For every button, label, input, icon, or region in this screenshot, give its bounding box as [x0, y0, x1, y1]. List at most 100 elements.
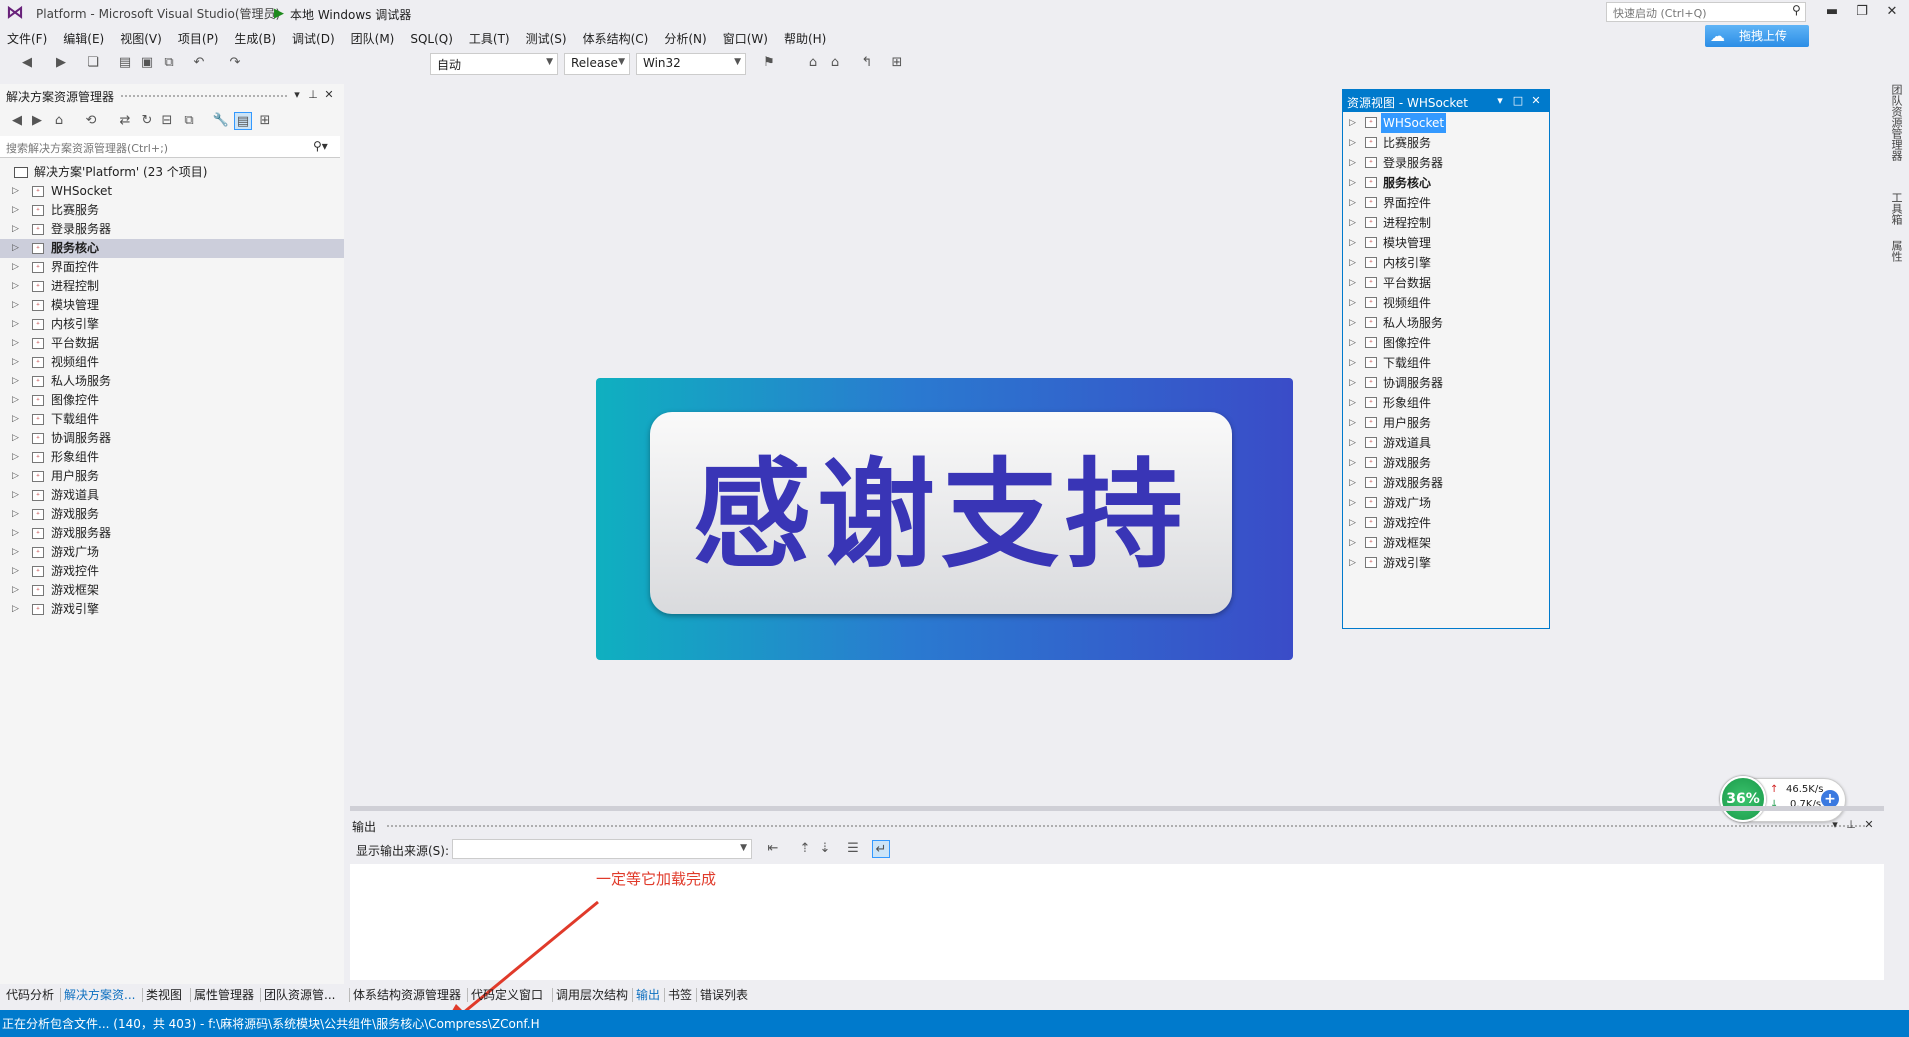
restore-icon[interactable]: ❐ [1850, 2, 1874, 22]
resource-node[interactable]: ▷ ⁺ 游戏控件 [1343, 513, 1549, 533]
expand-arrow-icon[interactable]: ▷ [1349, 313, 1356, 333]
project-node[interactable]: ▷ ⁺ 游戏广场 [0, 543, 344, 562]
menu-sql[interactable]: SQL(Q) [403, 28, 462, 46]
resource-node[interactable]: ▷ ⁺ 模块管理 [1343, 233, 1549, 253]
project-node[interactable]: ▷ ⁺ 内核引擎 [0, 315, 344, 334]
project-node[interactable]: ▷ ⁺ 比赛服务 [0, 201, 344, 220]
project-node[interactable]: ▷ ⁺ 视频组件 [0, 353, 344, 372]
project-node[interactable]: ▷ ⁺ 用户服务 [0, 467, 344, 486]
undo-icon[interactable]: ↶ [190, 54, 208, 72]
expand-arrow-icon[interactable]: ▷ [12, 182, 19, 201]
expand-arrow-icon[interactable]: ▷ [1349, 393, 1356, 413]
save-icon[interactable]: ▣ [138, 54, 156, 72]
panel-grip[interactable] [386, 824, 1866, 828]
word-wrap-icon[interactable]: ↵ [872, 840, 890, 858]
project-node[interactable]: ▷ ⁺ 游戏服务器 [0, 524, 344, 543]
preview-icon[interactable]: ▤ [234, 112, 252, 130]
resource-node[interactable]: ▷ ⁺ 进程控制 [1343, 213, 1549, 233]
bottom-tab[interactable]: 书签 [668, 986, 692, 1003]
bottom-tab[interactable]: 类视图 [146, 986, 182, 1003]
expand-arrow-icon[interactable]: ▷ [1349, 413, 1356, 433]
project-node[interactable]: ▷ ⁺ 游戏框架 [0, 581, 344, 600]
resource-node[interactable]: ▷ ⁺ 游戏引擎 [1343, 553, 1549, 573]
expand-arrow-icon[interactable]: ▷ [1349, 273, 1356, 293]
expand-arrow-icon[interactable]: ▷ [1349, 113, 1356, 133]
project-node[interactable]: ▷ ⁺ 模块管理 [0, 296, 344, 315]
new-project-icon[interactable]: ❏ [84, 54, 102, 72]
menu-tools[interactable]: 工具(T) [462, 26, 519, 47]
expand-arrow-icon[interactable]: ▷ [12, 220, 19, 239]
expand-arrow-icon[interactable]: ▷ [12, 429, 19, 448]
expand-arrow-icon[interactable]: ▷ [1349, 473, 1356, 493]
expand-arrow-icon[interactable]: ▷ [1349, 533, 1356, 553]
resource-node[interactable]: ▷ ⁺ WHSocket [1343, 113, 1549, 133]
expand-arrow-icon[interactable]: ▷ [12, 581, 19, 600]
clear-all-icon[interactable]: ☰ [844, 840, 862, 858]
resource-node[interactable]: ▷ ⁺ 用户服务 [1343, 413, 1549, 433]
menu-window[interactable]: 窗口(W) [716, 26, 777, 47]
resource-node[interactable]: ▷ ⁺ 游戏框架 [1343, 533, 1549, 553]
class-diagram-icon[interactable]: ⊞ [256, 112, 274, 130]
expand-arrow-icon[interactable]: ▷ [12, 334, 19, 353]
project-node[interactable]: ▷ ⁺ 游戏引擎 [0, 600, 344, 619]
expand-arrow-icon[interactable]: ▷ [1349, 293, 1356, 313]
expand-arrow-icon[interactable]: ▷ [1349, 513, 1356, 533]
redo-icon[interactable]: ↷ [226, 54, 244, 72]
previous-message-icon[interactable]: ⇡ [796, 840, 814, 858]
chevron-down-icon[interactable]: ▾ [1493, 94, 1507, 108]
expand-arrow-icon[interactable]: ▷ [12, 277, 19, 296]
find-in-files-icon[interactable]: ⚑ [760, 54, 778, 72]
expand-arrow-icon[interactable]: ▷ [12, 543, 19, 562]
expand-arrow-icon[interactable]: ▷ [1349, 233, 1356, 253]
expand-arrow-icon[interactable]: ▷ [12, 600, 19, 619]
menu-team[interactable]: 团队(M) [344, 26, 404, 47]
expand-arrow-icon[interactable]: ▷ [1349, 173, 1356, 193]
menu-view[interactable]: 视图(V) [113, 26, 171, 47]
back-icon[interactable]: ◀ [18, 54, 36, 72]
project-node[interactable]: ▷ ⁺ 平台数据 [0, 334, 344, 353]
resource-node[interactable]: ▷ ⁺ 私人场服务 [1343, 313, 1549, 333]
project-node[interactable]: ▷ ⁺ 私人场服务 [0, 372, 344, 391]
project-node[interactable]: ▷ ⁺ 登录服务器 [0, 220, 344, 239]
right-tab-properties[interactable]: 属性 [1888, 240, 1904, 270]
expand-arrow-icon[interactable]: ▷ [1349, 433, 1356, 453]
resource-node[interactable]: ▷ ⁺ 游戏广场 [1343, 493, 1549, 513]
show-all-files-icon[interactable]: ⧉ [180, 112, 198, 130]
resource-node[interactable]: ▷ ⁺ 游戏服务 [1343, 453, 1549, 473]
expand-arrow-icon[interactable]: ▷ [12, 239, 19, 258]
search-icon[interactable]: ⚲ [1792, 3, 1801, 17]
expand-arrow-icon[interactable]: ▷ [1349, 453, 1356, 473]
expand-arrow-icon[interactable]: ▷ [12, 562, 19, 581]
project-node[interactable]: ▷ ⁺ 游戏服务 [0, 505, 344, 524]
expand-arrow-icon[interactable]: ▷ [1349, 553, 1356, 573]
expand-arrow-icon[interactable]: ▷ [1349, 253, 1356, 273]
expand-arrow-icon[interactable]: ▷ [12, 372, 19, 391]
project-node[interactable]: ▷ ⁺ 游戏道具 [0, 486, 344, 505]
menu-architecture[interactable]: 体系结构(C) [576, 26, 658, 47]
project-node[interactable]: ▷ ⁺ WHSocket [0, 182, 344, 201]
resource-node[interactable]: ▷ ⁺ 协调服务器 [1343, 373, 1549, 393]
history-icon[interactable]: ⟲ [82, 112, 100, 130]
panel-splitter[interactable] [350, 806, 1884, 811]
save-all-icon[interactable]: ⧉ [160, 54, 178, 72]
solution-node[interactable]: 解决方案'Platform' (23 个项目) [0, 163, 344, 182]
bottom-tab[interactable]: 调用层次结构 [556, 986, 628, 1003]
resource-node[interactable]: ▷ ⁺ 形象组件 [1343, 393, 1549, 413]
close-icon[interactable]: ✕ [1862, 818, 1876, 832]
menu-help[interactable]: 帮助(H) [777, 26, 835, 47]
pin-icon[interactable]: ⊥ [306, 88, 320, 102]
search-icon[interactable]: ⚲▾ [313, 139, 328, 153]
project-node[interactable]: ▷ ⁺ 协调服务器 [0, 429, 344, 448]
output-source-select[interactable]: ▼ [452, 839, 752, 859]
close-icon[interactable]: ✕ [322, 88, 336, 102]
menu-file[interactable]: 文件(F) [0, 26, 56, 47]
expand-arrow-icon[interactable]: ▷ [1349, 373, 1356, 393]
expand-arrow-icon[interactable]: ▷ [12, 524, 19, 543]
menu-build[interactable]: 生成(B) [227, 26, 285, 47]
project-node[interactable]: ▷ ⁺ 形象组件 [0, 448, 344, 467]
expand-arrow-icon[interactable]: ▷ [12, 201, 19, 220]
resource-node[interactable]: ▷ ⁺ 图像控件 [1343, 333, 1549, 353]
platform-select[interactable]: Win32 ▼ [636, 53, 746, 75]
quick-launch-input[interactable]: 快速启动 (Ctrl+Q) [1606, 2, 1806, 22]
resource-node[interactable]: ▷ ⁺ 平台数据 [1343, 273, 1549, 293]
